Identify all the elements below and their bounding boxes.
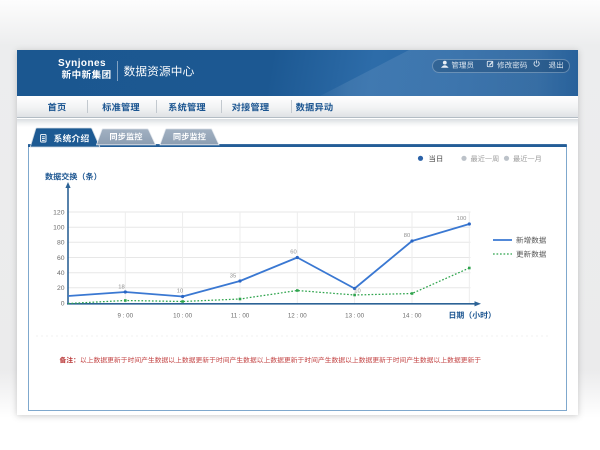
svg-text:60: 60 [290,250,296,256]
svg-text:9 : 00: 9 : 00 [118,312,134,319]
svg-text:40: 40 [57,270,65,277]
svg-text:0: 0 [61,300,65,307]
svg-text:14 : 00: 14 : 00 [403,312,422,319]
svg-text:12 : 00: 12 : 00 [288,312,307,319]
svg-text:20: 20 [57,285,65,292]
svg-text:10: 10 [177,289,183,295]
svg-text:13 : 00: 13 : 00 [345,312,364,319]
svg-text:11 : 00: 11 : 00 [231,312,250,319]
svg-text:80: 80 [404,233,410,239]
svg-text:10: 10 [354,289,360,295]
svg-text:60: 60 [57,255,65,262]
svg-text:100: 100 [457,216,467,222]
svg-text:120: 120 [53,209,65,216]
svg-text:10 : 00: 10 : 00 [173,312,192,319]
svg-text:35: 35 [230,274,236,280]
svg-text:100: 100 [53,225,65,232]
svg-text:80: 80 [57,240,65,247]
svg-text:18: 18 [118,285,124,291]
